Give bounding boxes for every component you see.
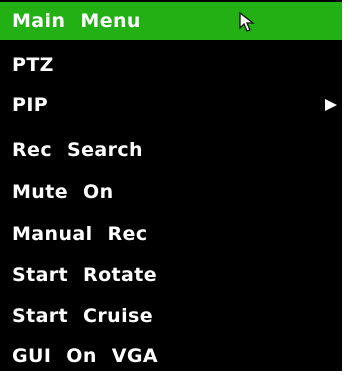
menu-item-label: GUI On VGA bbox=[12, 345, 159, 367]
menu-item-label: Manual Rec bbox=[12, 223, 148, 245]
menu-item-mute-on[interactable]: Mute On bbox=[0, 173, 342, 211]
menu-item-gui-on-vga[interactable]: GUI On VGA bbox=[0, 337, 342, 375]
osd-context-menu: Main Menu PTZ PIP Rec Search Mute On Man… bbox=[0, 0, 350, 371]
menu-item-start-cruise[interactable]: Start Cruise bbox=[0, 297, 342, 335]
menu-item-ptz[interactable]: PTZ bbox=[0, 46, 342, 84]
menu-item-label: PIP bbox=[12, 94, 49, 116]
menu-item-manual-rec[interactable]: Manual Rec bbox=[0, 215, 342, 253]
menu-item-label: Rec Search bbox=[12, 139, 143, 161]
menu-item-label: Main Menu bbox=[12, 10, 141, 32]
menu-item-label: Start Rotate bbox=[12, 264, 158, 286]
menu-item-start-rotate[interactable]: Start Rotate bbox=[0, 256, 342, 294]
triangle-right-icon bbox=[325, 99, 337, 111]
menu-item-pip[interactable]: PIP bbox=[0, 86, 342, 124]
mouse-pointer-icon bbox=[239, 11, 255, 32]
menu-item-rec-search[interactable]: Rec Search bbox=[0, 131, 342, 169]
menu-item-label: Mute On bbox=[12, 181, 114, 203]
menu-item-label: Start Cruise bbox=[12, 305, 154, 327]
menu-item-label: PTZ bbox=[12, 54, 54, 76]
menu-item-main-menu[interactable]: Main Menu bbox=[0, 2, 342, 40]
